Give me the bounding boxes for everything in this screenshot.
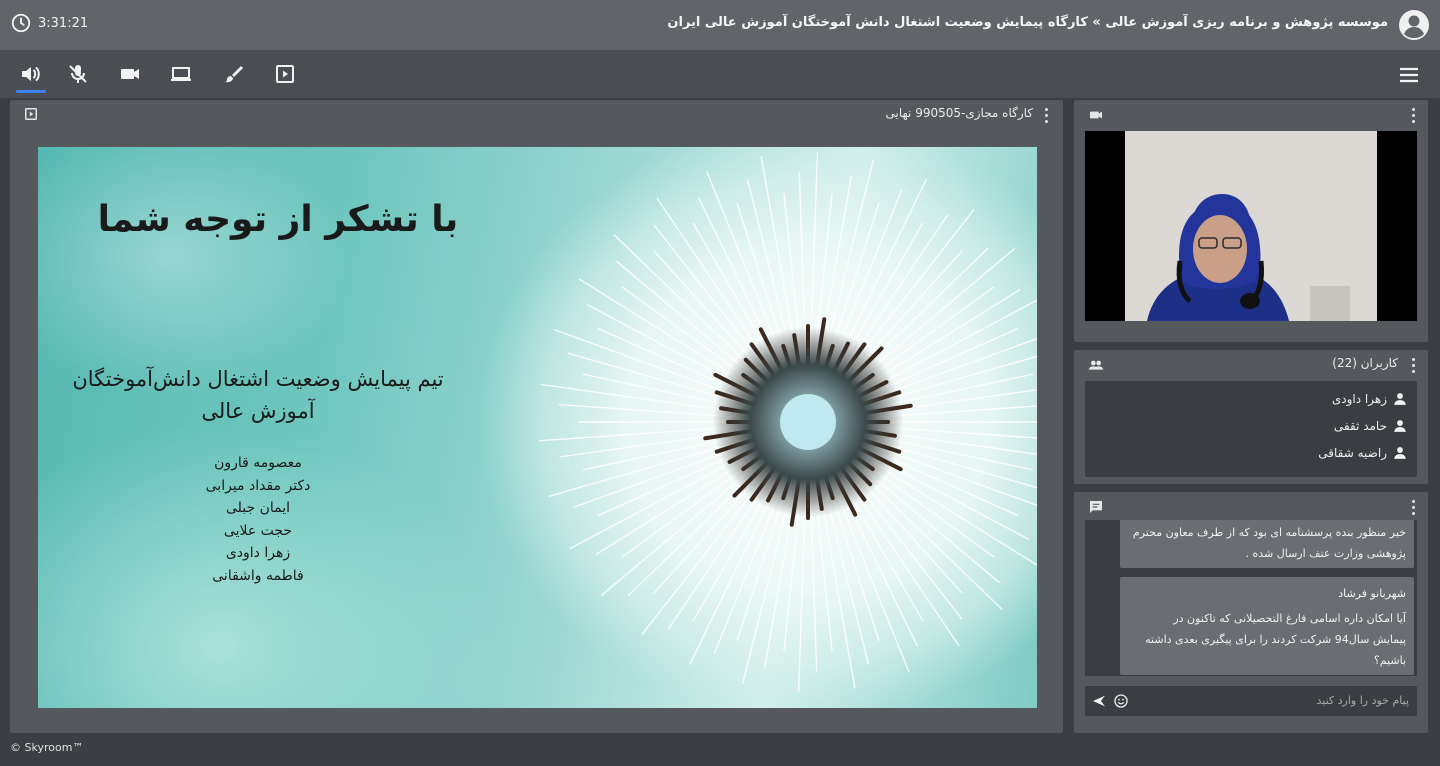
- slide-name: فاطمه واشقانی: [212, 567, 304, 584]
- camera-icon: [1090, 111, 1102, 119]
- user-name: زهرا داودی: [1331, 392, 1387, 406]
- presentation-header: کارگاه مجازی-990505 نهایی: [10, 100, 1063, 128]
- webcam-feed-image: [1125, 131, 1377, 321]
- presentation-button[interactable]: [273, 62, 297, 86]
- presentation-icon[interactable]: [24, 107, 38, 121]
- emoji-icon[interactable]: [1113, 693, 1129, 709]
- presentation-options-icon[interactable]: [1039, 107, 1053, 123]
- chat-message: شهربانو فرشاد آیا امکان داره اسامی فارغ …: [1120, 577, 1414, 675]
- speaker-icon: [22, 67, 40, 81]
- user-item[interactable]: راضیه شقاقی: [1318, 446, 1407, 460]
- presentation-slide: با تشکر از توجه شما تیم پیمایش وضعیت اشت…: [38, 147, 1037, 708]
- user-name: راضیه شقاقی: [1318, 446, 1387, 460]
- users-list: زهرا داودی حامد ثقفی راضیه شقاقی: [1085, 381, 1417, 477]
- footer-brand: © Skyroom™: [10, 741, 84, 754]
- brush-icon: [225, 66, 243, 83]
- chat-message-line: خیر منظور بنده پرسشنامه ای بود که از طرف…: [1132, 526, 1406, 539]
- toolbar: [0, 50, 1440, 98]
- video-options-icon[interactable]: [1406, 107, 1420, 123]
- top-bar: 3:31:21 موسسه پژوهش و برنامه ریزی آموزش …: [0, 0, 1440, 50]
- slide-name: ایمان جبلی: [225, 500, 291, 516]
- person-icon: [1394, 393, 1406, 405]
- camera-button[interactable]: [118, 62, 142, 86]
- slide-team-text: تیم پیمایش وضعیت اشتغال دانش‌آموختگان آم…: [48, 363, 468, 427]
- chat-options-icon[interactable]: [1406, 499, 1420, 515]
- session-time: 3:31:21: [38, 15, 89, 31]
- webcam-video[interactable]: [1085, 131, 1417, 321]
- presentation-icon: [276, 65, 294, 83]
- chat-message-sender: شهربانو فرشاد: [1338, 587, 1406, 600]
- clock-icon: [11, 13, 31, 33]
- slide-names-list: معصومه قارون دکتر مقداد میرابی ایمان جبل…: [158, 452, 358, 587]
- chat-message-line: آیا امکان داره اسامی فارغ التحصیلانی که …: [1173, 612, 1406, 625]
- users-options-icon[interactable]: [1406, 357, 1420, 373]
- user-avatar-icon[interactable]: [1398, 9, 1430, 41]
- session-clock: 3:31:21: [10, 12, 88, 34]
- presentation-title: کارگاه مجازی-990505 نهایی: [885, 106, 1033, 120]
- presentation-panel: کارگاه مجازی-990505 نهایی با تشکر از توج…: [10, 100, 1063, 733]
- hamburger-menu-icon[interactable]: [1398, 64, 1420, 86]
- person-icon: [1394, 420, 1406, 432]
- chat-message-line: پیمایش سال94 شرکت کردند را برای پیگیری ب…: [1145, 633, 1406, 646]
- slide-name: معصومه قارون: [214, 455, 302, 471]
- users-panel: کاربران (22) زهرا داودی حامد ثقفی راضیه …: [1074, 350, 1428, 484]
- speaker-button[interactable]: [16, 62, 46, 93]
- microphone-button[interactable]: [66, 62, 90, 86]
- chat-message: خیر منظور بنده پرسشنامه ای بود که از طرف…: [1120, 520, 1414, 568]
- user-name: حامد ثقفی: [1333, 419, 1387, 433]
- users-count-label: کاربران (22): [1332, 356, 1398, 370]
- slide-team-line-1: تیم پیمایش وضعیت اشتغال دانش‌آموختگان: [72, 367, 444, 391]
- person-icon: [1394, 447, 1406, 459]
- chat-icon: [1090, 501, 1102, 513]
- slide-team-line-2: آموزش عالی: [201, 399, 315, 423]
- whiteboard-button[interactable]: [221, 62, 245, 86]
- user-item[interactable]: زهرا داودی: [1332, 392, 1407, 406]
- slide-thanks-text: با تشکر از توجه شما: [97, 199, 459, 240]
- screen-share-icon: [171, 67, 191, 81]
- slide-name: حجت علایی: [223, 522, 293, 539]
- user-item[interactable]: حامد ثقفی: [1334, 419, 1407, 433]
- chat-message-line: باشیم؟: [1373, 654, 1406, 667]
- chat-input-placeholder: پیام خود را وارد کنید: [1316, 694, 1409, 707]
- video-panel: [1074, 100, 1428, 342]
- chat-message-line: پژوهشی وزارت عتف ارسال شده .: [1245, 547, 1406, 560]
- slide-name: دکتر مقداد میرابی: [205, 477, 311, 494]
- slide-name: زهرا داودی: [225, 545, 291, 561]
- users-icon: [1088, 360, 1104, 370]
- chat-panel: خیر منظور بنده پرسشنامه ای بود که از طرف…: [1074, 492, 1428, 733]
- chat-input[interactable]: پیام خود را وارد کنید: [1085, 686, 1417, 716]
- page-title: موسسه پژوهش و برنامه ریزی آموزش عالی » ک…: [667, 15, 1388, 30]
- screen-share-button[interactable]: [169, 62, 193, 86]
- camera-icon: [121, 69, 139, 79]
- chat-messages[interactable]: خیر منظور بنده پرسشنامه ای بود که از طرف…: [1085, 520, 1417, 676]
- mic-off-icon: [69, 65, 87, 83]
- send-icon[interactable]: [1091, 693, 1107, 709]
